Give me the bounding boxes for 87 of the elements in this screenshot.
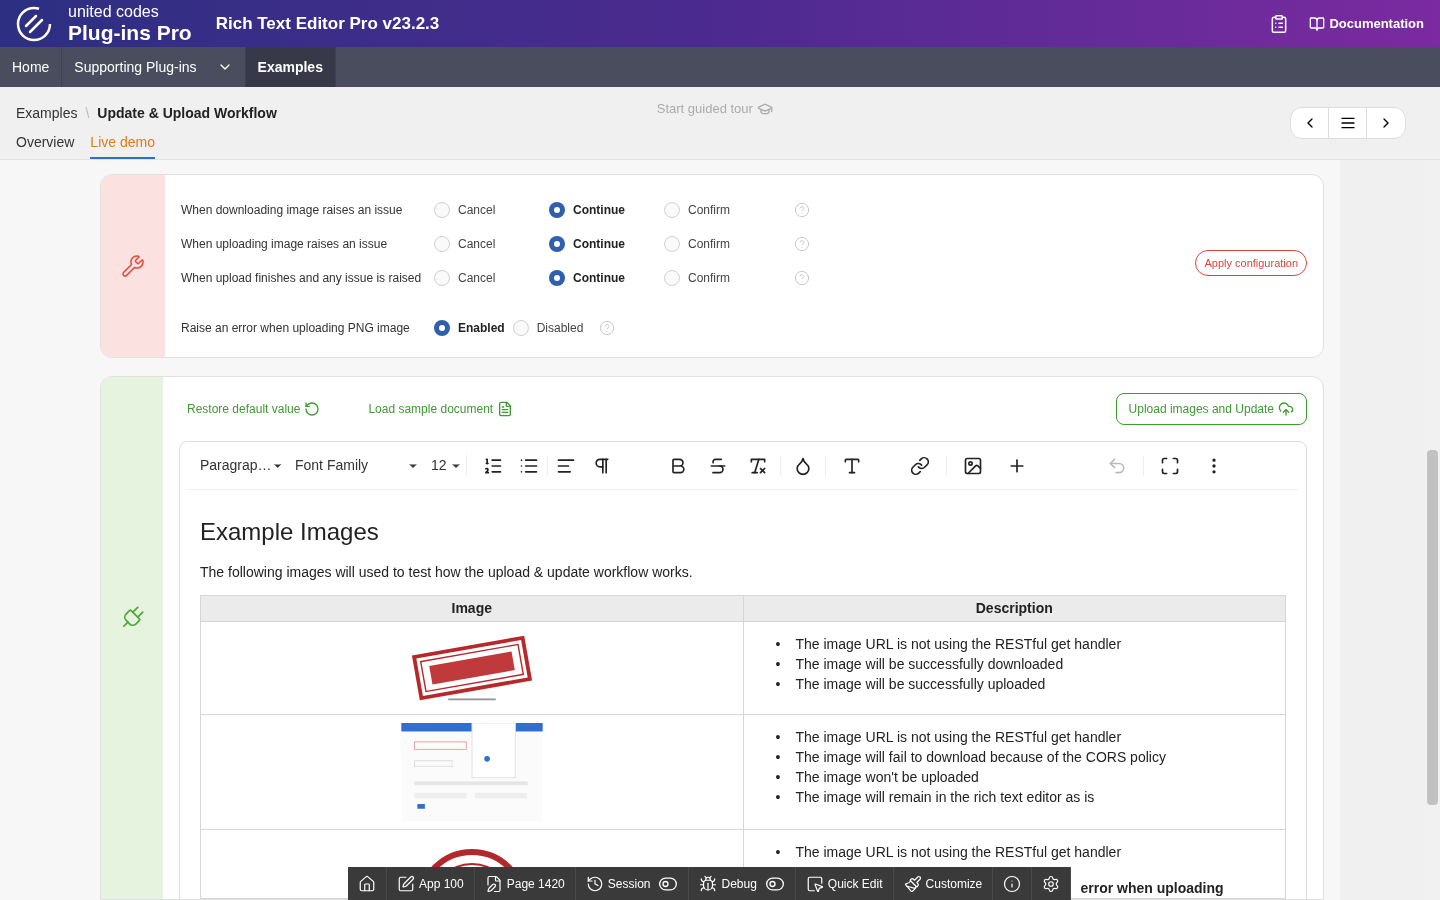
fullscreen-icon[interactable] [1160, 455, 1180, 476]
font-family-select[interactable]: Font Family [283, 455, 419, 476]
bullet-marker: • [775, 728, 782, 747]
radio-label: Cancel [458, 202, 496, 219]
radio-label: Confirm [688, 202, 730, 219]
bullet-marker: • [775, 748, 782, 767]
logo-subtitle: united codes [68, 4, 160, 20]
font-size-select[interactable]: 12 [419, 455, 467, 476]
radio-button[interactable] [664, 236, 680, 252]
upload-update-button[interactable]: Upload images and Update [1115, 393, 1307, 425]
image-icon[interactable] [963, 455, 983, 476]
logo-icon [16, 5, 52, 42]
radio-label: Continue [573, 236, 625, 253]
toolbar-button[interactable]: Session [575, 867, 690, 900]
bullet-marker: • [775, 843, 782, 862]
undo-arrow-icon [304, 401, 321, 417]
radio-button[interactable] [664, 270, 680, 286]
bullet-marker: • [775, 788, 782, 807]
bullet-marker: • [775, 675, 782, 694]
list-item: The image will be successfully uploaded [795, 675, 1046, 694]
setting-label: When uploading image raises an issue [181, 236, 389, 253]
list-item: error when uploading [1080, 879, 1224, 898]
file-edit-icon [484, 874, 503, 893]
restore-default-link[interactable]: Restore default value [187, 400, 321, 418]
radio-label: Confirm [688, 270, 730, 287]
info-icon [1003, 874, 1022, 893]
logo-title: Plug-ins Pro [68, 22, 192, 43]
app-title: Rich Text Editor Pro v23.2.3 [215, 12, 440, 35]
home-icon [358, 874, 376, 893]
radio-label: Continue [573, 202, 625, 219]
breadcrumb-separator: \ [85, 104, 90, 123]
radio-button[interactable] [434, 320, 450, 336]
list-item: The image will remain in the rich text editor as is [795, 788, 1095, 807]
documentation-link[interactable]: Documentation [1309, 13, 1424, 34]
block-format-select[interactable]: Paragrap… [188, 455, 283, 476]
radio-button[interactable] [434, 202, 450, 218]
list-item: The image URL is not using the RESTful get handler [795, 843, 1122, 862]
breadcrumb-link[interactable]: Examples [16, 103, 78, 124]
list-item: The image URL is not using the RESTful get handler [795, 635, 1122, 654]
breadcrumb-current: Update & Upload Workflow [97, 104, 277, 123]
list-item: The image will be successfully downloaded [795, 655, 1064, 674]
page-tab[interactable]: Overview [16, 132, 75, 159]
edit-icon [397, 874, 415, 893]
radio-button[interactable] [512, 320, 529, 336]
bug-icon [699, 874, 718, 893]
setting-label: Raise an error when uploading PNG image [181, 320, 411, 337]
table-header: Image [200, 595, 743, 622]
table-header: Description [743, 595, 1286, 622]
document-paragraph: The following images will used to test how the upload & update workflow works. [200, 563, 694, 582]
link-icon[interactable] [910, 455, 930, 476]
bullet-marker: • [775, 655, 782, 674]
history-icon [585, 874, 604, 893]
toolbar-button[interactable]: Page 1420 [474, 867, 576, 900]
radio-button[interactable] [549, 236, 565, 252]
radio-label: Disabled [536, 320, 584, 337]
document-heading: Example Images [200, 517, 380, 547]
cloud-upload-icon [1278, 401, 1294, 417]
tools-icon [121, 254, 145, 278]
radio-button[interactable] [549, 270, 565, 286]
bullet-marker: • [775, 635, 782, 654]
toolbar-button[interactable]: Debug [689, 867, 796, 900]
book-icon [1309, 15, 1326, 32]
radio-label: Confirm [688, 236, 730, 253]
setting-label: When downloading image raises an issue [181, 202, 404, 219]
radio-label: Cancel [458, 236, 496, 253]
document-icon [497, 401, 514, 417]
setting-label: When upload finishes and any issue is raised [181, 270, 423, 287]
radio-label: Cancel [458, 270, 496, 287]
list-item: The image won't be uploaded [795, 768, 979, 787]
radio-button[interactable] [434, 270, 450, 286]
nav-tab[interactable]: Examples [245, 47, 336, 87]
list-item: The image will fail to download because of the CORS policy [795, 748, 1166, 767]
toolbar-button[interactable]: Quick Edit [795, 867, 894, 900]
menu-icon [1339, 115, 1356, 131]
radio-button[interactable] [434, 236, 450, 252]
list-item: The image URL is not using the RESTful get handler [795, 728, 1122, 747]
radio-label: Continue [573, 270, 625, 287]
radio-button[interactable] [664, 202, 680, 218]
radio-label: Enabled [458, 320, 505, 337]
pointer-icon [805, 874, 824, 893]
bullet-marker: • [775, 768, 782, 787]
settings-icon [1042, 874, 1061, 893]
radio-button[interactable] [549, 202, 565, 218]
graduation-cap-icon [756, 101, 773, 117]
load-sample-link[interactable]: Load sample document [368, 400, 514, 418]
toolbar-button[interactable]: Customize [893, 867, 994, 900]
toolbar-button[interactable]: App 100 [387, 867, 475, 900]
